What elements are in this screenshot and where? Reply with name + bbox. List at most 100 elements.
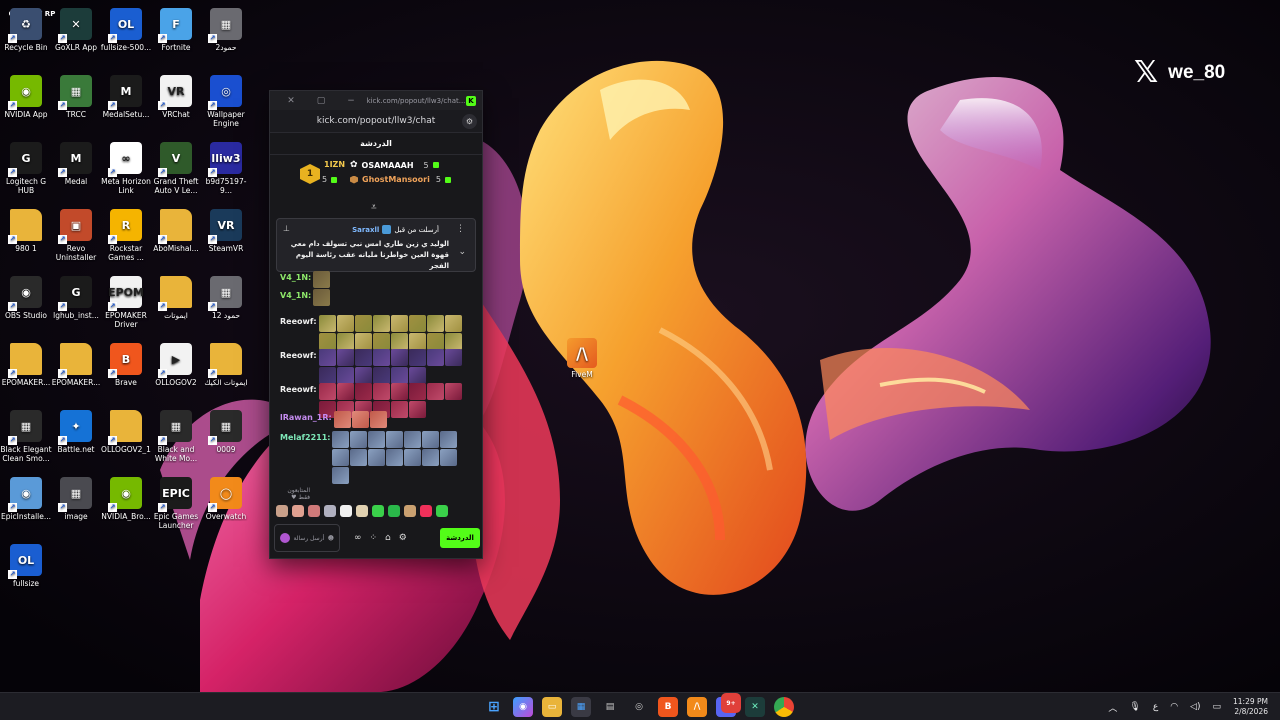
notepad-icon[interactable]: ▤	[600, 697, 620, 717]
emote[interactable]	[386, 449, 404, 466]
emote[interactable]	[354, 367, 372, 384]
emote[interactable]	[354, 315, 372, 332]
emote-shortcut[interactable]	[276, 505, 288, 517]
chat-input[interactable]: أرسل رسالة ☻	[274, 524, 340, 552]
emote[interactable]	[390, 315, 408, 332]
emote-shortcut[interactable]	[292, 505, 304, 517]
store-icon[interactable]: ▦	[571, 697, 591, 717]
desktop-icon[interactable]: ◯Overwatch	[200, 477, 252, 521]
desktop-icon[interactable]: ايموتات	[150, 276, 202, 320]
emote[interactable]	[372, 349, 390, 366]
emote[interactable]	[350, 449, 368, 466]
desktop-icon[interactable]: MMedalSetu...	[100, 75, 152, 119]
emote[interactable]	[354, 333, 372, 350]
emote[interactable]	[408, 367, 426, 384]
start-icon[interactable]: ⊞	[484, 697, 504, 717]
chat-message[interactable]: Reeowf:	[280, 315, 470, 351]
desktop-icon[interactable]: ايموتات الكيك	[200, 343, 252, 387]
emote[interactable]	[336, 333, 354, 350]
emote[interactable]	[368, 449, 386, 466]
file-explorer-icon[interactable]: ▭	[542, 697, 562, 717]
brave-icon[interactable]: B	[658, 697, 678, 717]
emote[interactable]	[336, 315, 354, 332]
top-item[interactable]: 1IZN	[324, 160, 345, 169]
emote[interactable]	[440, 431, 458, 448]
emoji-icon[interactable]: ☻	[328, 535, 334, 542]
emote[interactable]	[318, 367, 336, 384]
emote[interactable]	[318, 333, 336, 350]
emote[interactable]	[336, 383, 354, 400]
chat-message[interactable]: V4_1N:	[280, 289, 470, 307]
chat-username[interactable]: V4_1N:	[280, 289, 311, 302]
emote[interactable]	[351, 411, 369, 428]
store-icon[interactable]: ⌂	[385, 533, 391, 543]
gear-icon[interactable]: ⚙	[399, 533, 407, 543]
emote[interactable]	[368, 431, 386, 448]
desktop-icon[interactable]: ✕GoXLR App	[50, 8, 102, 52]
emote[interactable]	[372, 367, 390, 384]
desktop-icon[interactable]: ▦حمود 12	[200, 276, 252, 320]
desktop-icon[interactable]: OLfullsize	[0, 544, 52, 588]
desktop-icon[interactable]: 980 1	[0, 209, 52, 253]
goxlr-icon[interactable]: ✕	[745, 697, 765, 717]
emote-shortcut[interactable]	[308, 505, 320, 517]
emote-shortcut[interactable]	[436, 505, 448, 517]
emote[interactable]	[336, 349, 354, 366]
desktop-icon[interactable]: ◉NVIDIA App	[0, 75, 52, 119]
desktop-icon[interactable]: ◉EpicInstalle...	[0, 477, 52, 521]
emote[interactable]	[386, 431, 404, 448]
emote[interactable]	[332, 431, 350, 448]
emote[interactable]	[404, 431, 422, 448]
chevron-down-icon[interactable]: ⌄	[458, 247, 466, 257]
chat-message[interactable]: lRawan_1R:	[280, 411, 470, 429]
fivem-icon[interactable]: /\	[687, 697, 707, 717]
apps-icon[interactable]: ⁘	[370, 533, 378, 543]
emote-shortcut[interactable]	[388, 505, 400, 517]
desktop-icon[interactable]: RRockstar Games ...	[100, 209, 152, 262]
desktop-icon[interactable]: ◉OBS Studio	[0, 276, 52, 320]
chat-username[interactable]: lRawan_1R:	[280, 411, 332, 424]
emote[interactable]	[444, 315, 462, 332]
emote-shortcut[interactable]	[340, 505, 352, 517]
desktop-icon[interactable]: ◎Wallpaper Engine	[200, 75, 252, 128]
emote[interactable]	[350, 431, 368, 448]
chat-message[interactable]: Reeowf:	[280, 349, 470, 385]
more-options-icon[interactable]: ⋮	[456, 224, 465, 234]
emote-shortcut[interactable]	[372, 505, 384, 517]
desktop-icon[interactable]: ▣Revo Uninstaller	[50, 209, 102, 262]
desktop-icon[interactable]: EPOMEPOMAKER Driver	[100, 276, 152, 329]
emote[interactable]	[422, 449, 440, 466]
chat-username[interactable]: Reeowf:	[280, 349, 317, 362]
infinity-icon[interactable]: ∞	[354, 533, 362, 543]
emote[interactable]	[354, 383, 372, 400]
desktop-icon[interactable]: ∞Meta Horizon Link	[100, 142, 152, 195]
desktop-icon[interactable]: ✦Battle.net	[50, 410, 102, 454]
emote-shortcut[interactable]	[404, 505, 416, 517]
emote[interactable]	[318, 349, 336, 366]
chat-username[interactable]: Reeowf:	[280, 383, 317, 396]
chevron-up-icon[interactable]: ︿	[1108, 701, 1117, 714]
emote[interactable]	[408, 333, 426, 350]
desktop-icon[interactable]: ▶OLLOGOV2	[150, 343, 202, 387]
desktop-icon[interactable]: Glghub_inst...	[50, 276, 102, 320]
desktop-icon-fivem[interactable]: /\ FiveM	[566, 338, 598, 379]
emote[interactable]	[408, 315, 426, 332]
desktop-icon[interactable]: OLfullsize-500...	[100, 8, 152, 52]
emote[interactable]	[390, 383, 408, 400]
emote[interactable]	[390, 349, 408, 366]
emote[interactable]	[426, 315, 444, 332]
desktop-icon[interactable]: MMedal	[50, 142, 102, 186]
emote[interactable]	[372, 333, 390, 350]
desktop-icon[interactable]: ▦حمود2	[200, 8, 252, 52]
chrome-icon[interactable]	[774, 697, 794, 717]
emote-shortcut[interactable]	[356, 505, 368, 517]
desktop-icon[interactable]: ▦Black Elegant Clean Smo...	[0, 410, 52, 463]
emote[interactable]	[318, 383, 336, 400]
address-bar[interactable]: kick.com/popout/llw3/chat ⚙	[270, 110, 482, 133]
emote[interactable]	[404, 449, 422, 466]
keyboard-language[interactable]: ع	[1153, 702, 1158, 712]
obs-icon[interactable]: ◎	[629, 697, 649, 717]
minimize-icon[interactable]: −	[336, 96, 366, 106]
discord-icon[interactable]: ◉9+	[716, 693, 741, 717]
desktop-icon[interactable]: ♻Recycle Bin	[0, 8, 52, 52]
